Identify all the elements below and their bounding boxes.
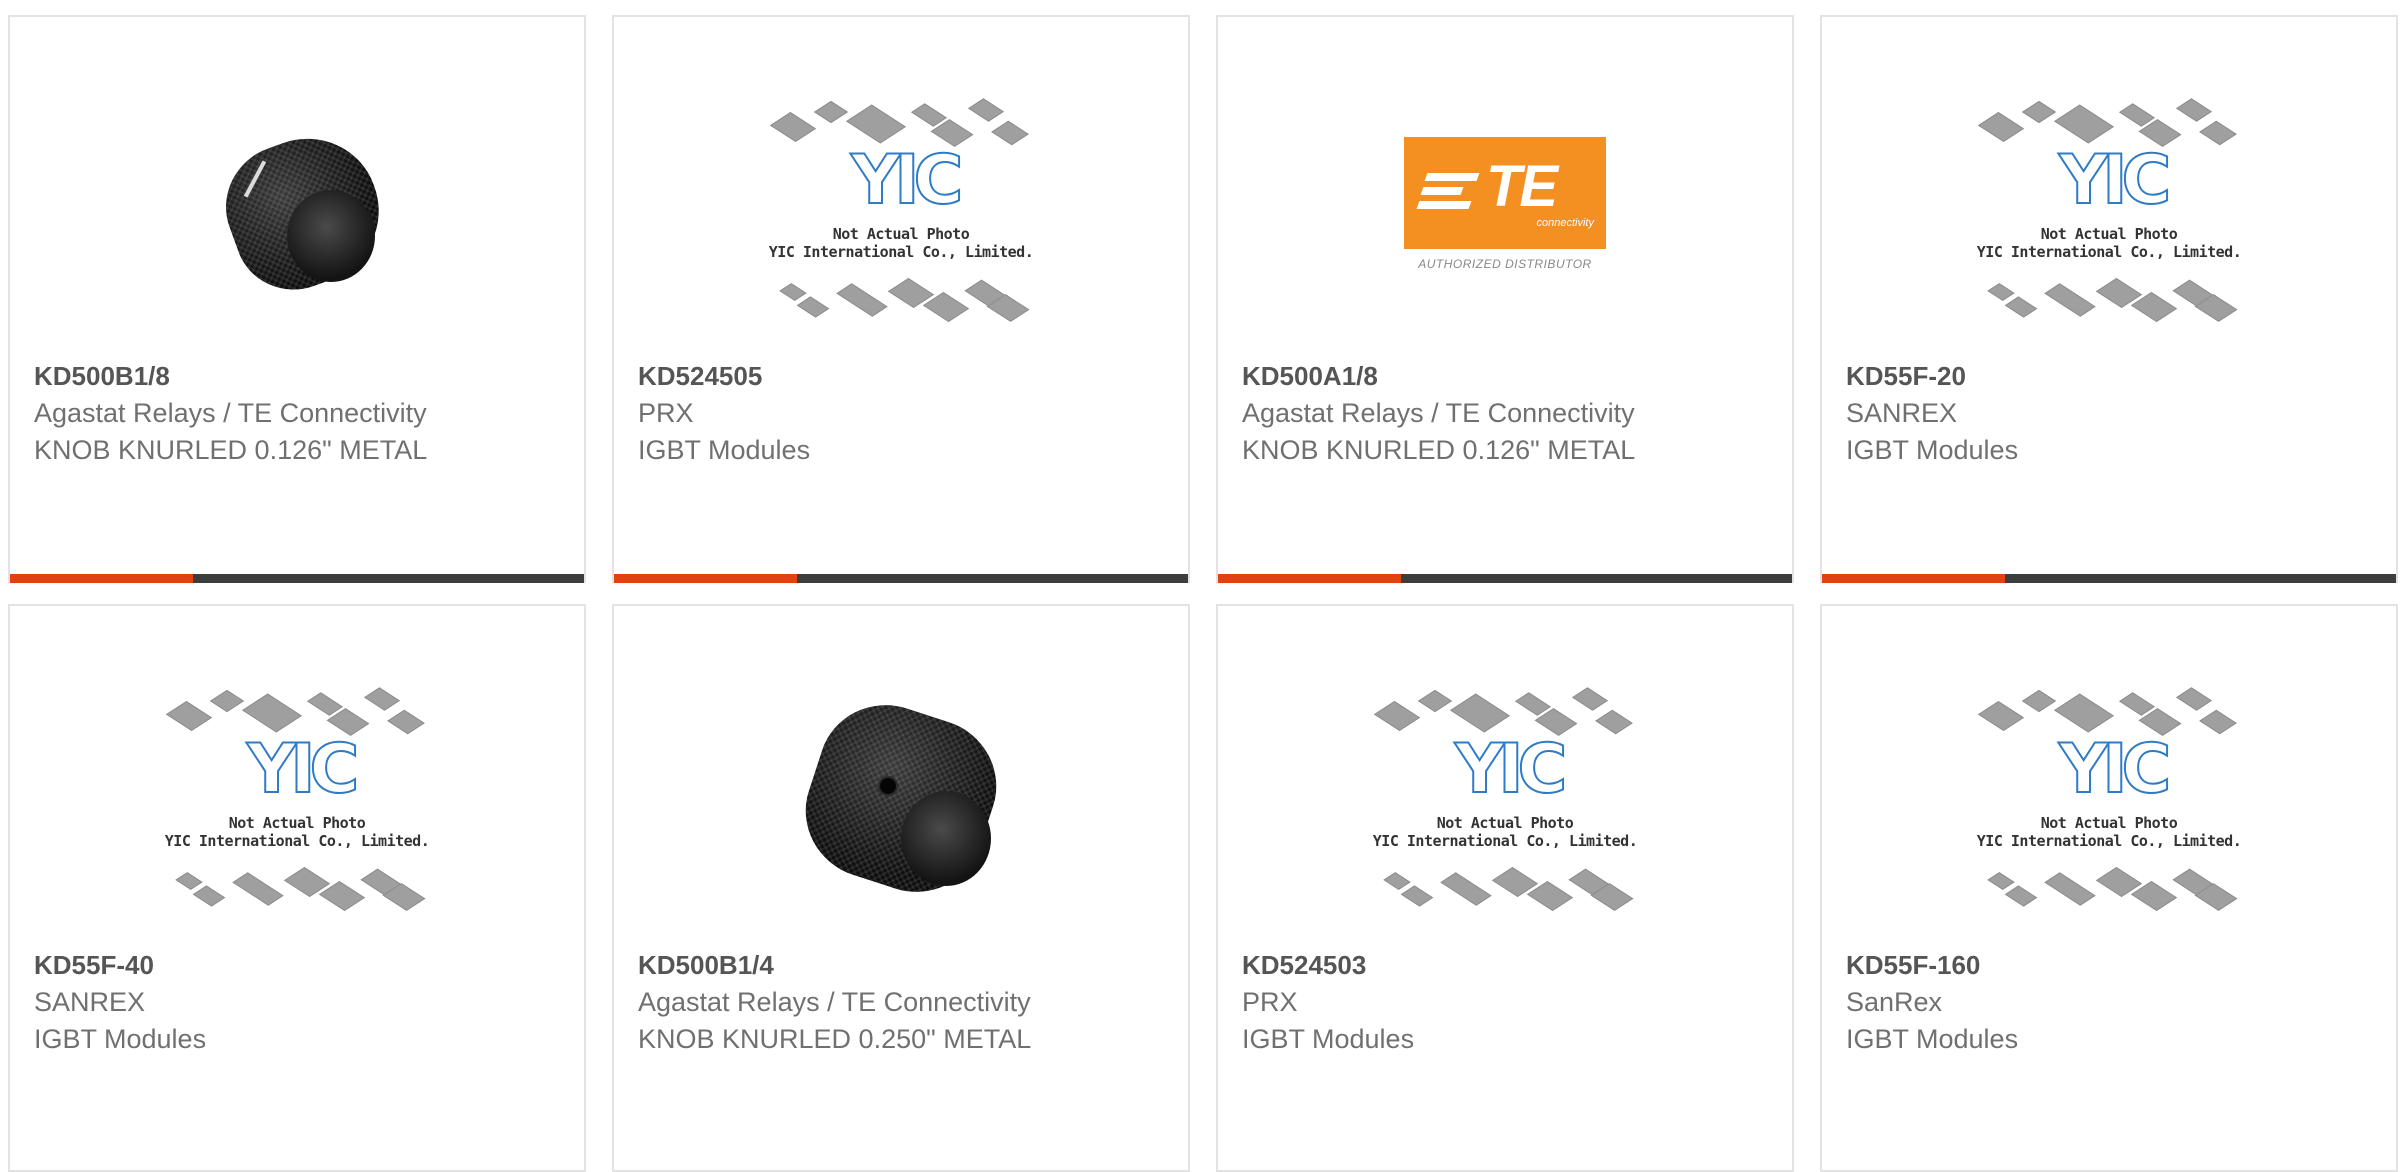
knob-photo bbox=[207, 118, 400, 307]
yic-logo: YIC bbox=[2058, 141, 2172, 220]
placeholder-caption: Not Actual Photo bbox=[2040, 225, 2178, 243]
manufacturer: PRX bbox=[1242, 987, 1298, 1017]
placeholder-caption: Not Actual Photo bbox=[832, 225, 970, 243]
yic-placeholder-image: YIC Not Actual Photo YIC International C… bbox=[1974, 87, 2244, 327]
part-number[interactable]: KD500B1/4 bbox=[638, 946, 1178, 984]
product-card[interactable]: KD500B1/8 Agastat Relays / TE Connectivi… bbox=[8, 15, 586, 583]
card-accent-bar bbox=[1218, 574, 1792, 583]
knob-photo bbox=[788, 687, 1014, 910]
part-number[interactable]: KD524505 bbox=[638, 357, 1178, 395]
yic-logo: YIC bbox=[850, 141, 964, 220]
product-image[interactable] bbox=[614, 661, 1188, 931]
part-number[interactable]: KD55F-40 bbox=[34, 946, 574, 984]
manufacturer: Agastat Relays / TE Connectivity bbox=[638, 987, 1031, 1017]
placeholder-company: YIC International Co., Limited. bbox=[1976, 832, 2242, 850]
product-card[interactable]: YIC Not Actual Photo YIC International C… bbox=[612, 15, 1190, 583]
product-card[interactable]: KD500B1/4 Agastat Relays / TE Connectivi… bbox=[612, 604, 1190, 1172]
placeholder-caption: Not Actual Photo bbox=[2040, 814, 2178, 832]
product-card[interactable]: YIC Not Actual Photo YIC International C… bbox=[1820, 15, 2398, 583]
part-number[interactable]: KD55F-20 bbox=[1846, 357, 2386, 395]
placeholder-company: YIC International Co., Limited. bbox=[1976, 243, 2242, 261]
product-card[interactable]: YIC Not Actual Photo YIC International C… bbox=[1820, 604, 2398, 1172]
product-image[interactable] bbox=[10, 72, 584, 342]
product-image[interactable]: YIC Not Actual Photo YIC International C… bbox=[1218, 661, 1792, 931]
card-accent-bar bbox=[10, 574, 584, 583]
yic-placeholder-image: YIC Not Actual Photo YIC International C… bbox=[1370, 676, 1640, 916]
placeholder-caption: Not Actual Photo bbox=[228, 814, 366, 832]
yic-logo: YIC bbox=[246, 730, 360, 809]
description: IGBT Modules bbox=[34, 1024, 207, 1054]
te-wordmark: TE bbox=[1486, 154, 1558, 219]
manufacturer: SANREX bbox=[1846, 398, 1958, 428]
product-image[interactable]: YIC Not Actual Photo YIC International C… bbox=[614, 72, 1188, 342]
authorized-distributor-label: AUTHORIZED DISTRIBUTOR bbox=[1418, 257, 1592, 271]
card-accent-bar bbox=[1822, 574, 2396, 583]
part-number[interactable]: KD524503 bbox=[1242, 946, 1782, 984]
description: IGBT Modules bbox=[638, 435, 811, 465]
placeholder-company: YIC International Co., Limited. bbox=[768, 243, 1034, 261]
placeholder-company: YIC International Co., Limited. bbox=[1372, 832, 1638, 850]
product-image[interactable]: YIC Not Actual Photo YIC International C… bbox=[1822, 72, 2396, 342]
te-tagline: connectivity bbox=[1536, 217, 1594, 229]
yic-placeholder-image: YIC Not Actual Photo YIC International C… bbox=[1974, 676, 2244, 916]
yic-placeholder-image: YIC Not Actual Photo YIC International C… bbox=[162, 676, 432, 916]
description: KNOB KNURLED 0.126" METAL bbox=[1242, 435, 1636, 465]
manufacturer: SANREX bbox=[34, 987, 146, 1017]
description: KNOB KNURLED 0.250" METAL bbox=[638, 1024, 1032, 1054]
description: IGBT Modules bbox=[1846, 435, 2019, 465]
yic-logo: YIC bbox=[2058, 730, 2172, 809]
description: IGBT Modules bbox=[1242, 1024, 1415, 1054]
placeholder-caption: Not Actual Photo bbox=[1436, 814, 1574, 832]
product-card[interactable]: TE connectivity AUTHORIZED DISTRIBUTOR K… bbox=[1216, 15, 1794, 583]
product-image[interactable]: YIC Not Actual Photo YIC International C… bbox=[10, 661, 584, 931]
product-card[interactable]: YIC Not Actual Photo YIC International C… bbox=[8, 604, 586, 1172]
card-accent-bar bbox=[614, 574, 1188, 583]
part-number[interactable]: KD500A1/8 bbox=[1242, 357, 1782, 395]
part-number[interactable]: KD55F-160 bbox=[1846, 946, 2386, 984]
te-connectivity-logo: TE connectivity AUTHORIZED DISTRIBUTOR bbox=[1404, 137, 1606, 277]
product-card[interactable]: YIC Not Actual Photo YIC International C… bbox=[1216, 604, 1794, 1172]
part-number[interactable]: KD500B1/8 bbox=[34, 357, 574, 395]
product-image[interactable]: TE connectivity AUTHORIZED DISTRIBUTOR bbox=[1218, 72, 1792, 342]
manufacturer: PRX bbox=[638, 398, 694, 428]
description: IGBT Modules bbox=[1846, 1024, 2019, 1054]
manufacturer: Agastat Relays / TE Connectivity bbox=[34, 398, 427, 428]
manufacturer: Agastat Relays / TE Connectivity bbox=[1242, 398, 1635, 428]
yic-placeholder-image: YIC Not Actual Photo YIC International C… bbox=[766, 87, 1036, 327]
manufacturer: SanRex bbox=[1846, 987, 1943, 1017]
placeholder-company: YIC International Co., Limited. bbox=[164, 832, 430, 850]
product-image[interactable]: YIC Not Actual Photo YIC International C… bbox=[1822, 661, 2396, 931]
yic-logo: YIC bbox=[1454, 730, 1568, 809]
description: KNOB KNURLED 0.126" METAL bbox=[34, 435, 428, 465]
